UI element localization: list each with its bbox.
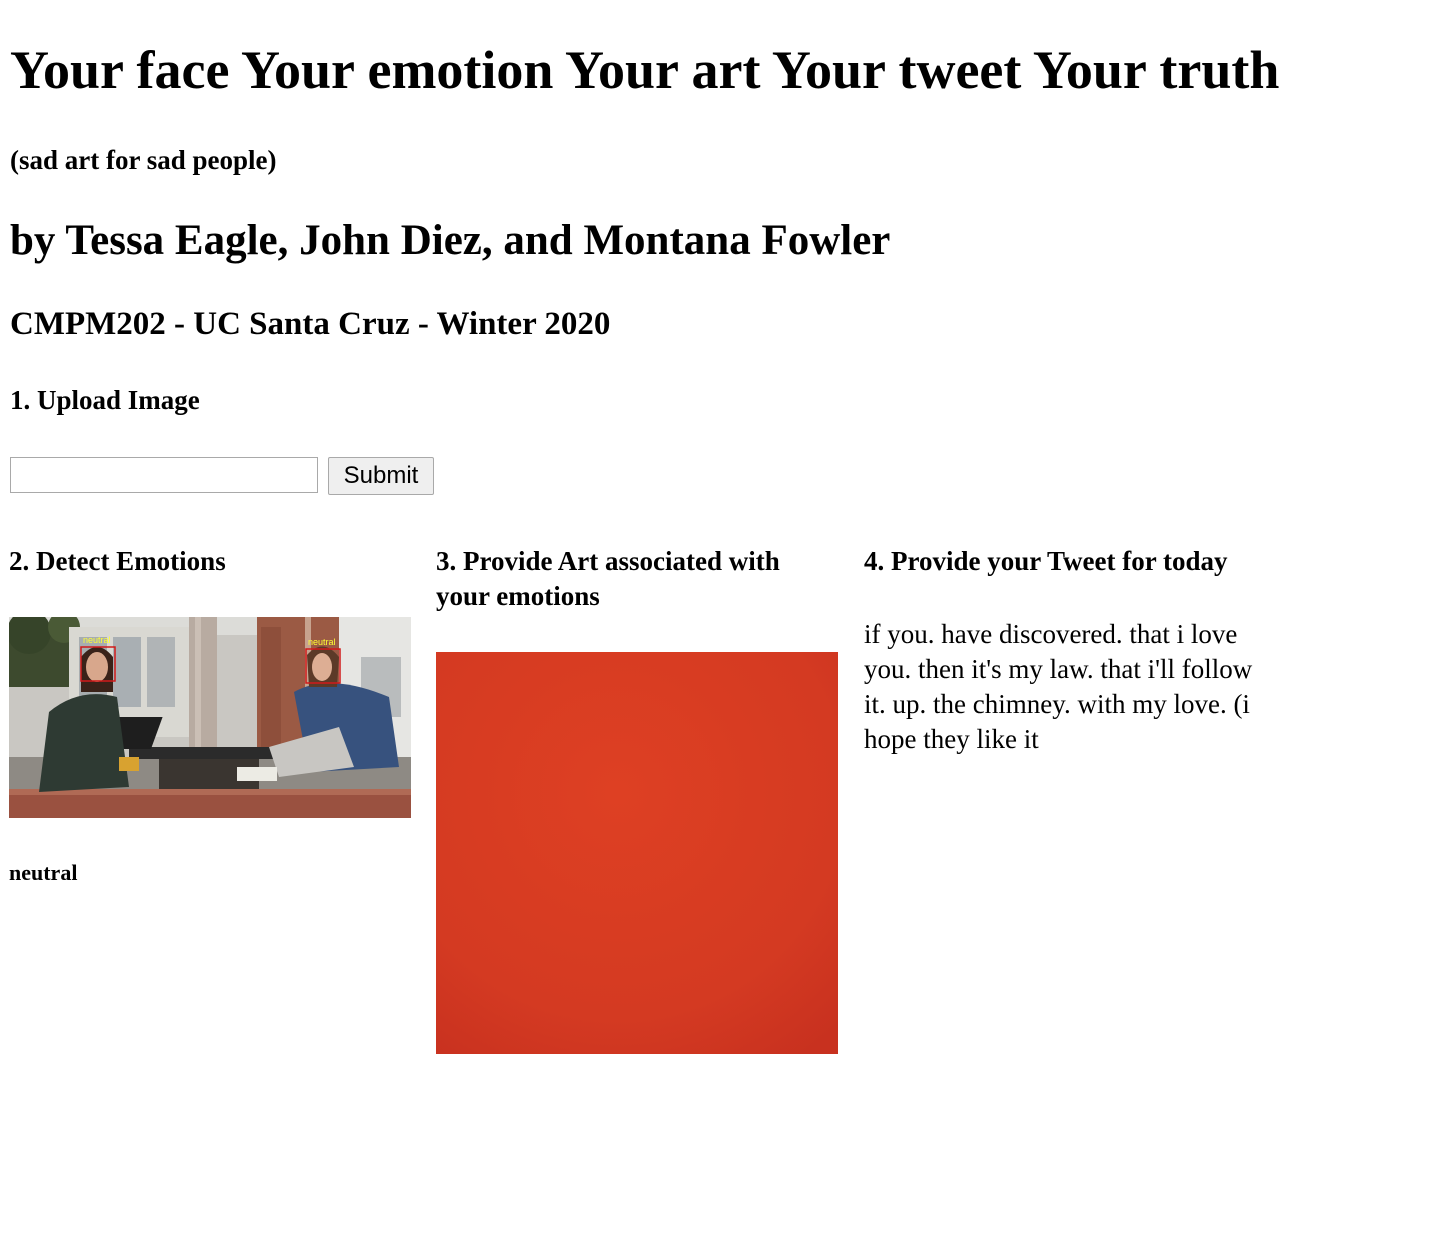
face-label-2: neutral <box>308 637 336 647</box>
art-column: 3. Provide Art associated with your emot… <box>436 544 838 1054</box>
tweet-column: 4. Provide your Tweet for today if you. … <box>864 544 1266 754</box>
submit-button[interactable]: Submit <box>328 457 434 495</box>
page-subtitle: (sad art for sad people) <box>10 145 277 175</box>
tweet-heading: 4. Provide your Tweet for today <box>864 546 1228 576</box>
page-title: Your face Your emotion Your art Your twe… <box>10 40 1280 100</box>
face-label-1: neutral <box>83 635 111 645</box>
detect-emotions-column: 2. Detect Emotions neutral neutral neutr… <box>9 544 411 885</box>
art-heading: 3. Provide Art associated with your emot… <box>436 546 780 611</box>
detected-faces-photo <box>9 617 411 818</box>
upload-heading: 1. Upload Image <box>10 385 200 415</box>
detected-emotion-result: neutral <box>9 860 78 885</box>
image-url-input[interactable] <box>10 457 318 493</box>
course-heading: CMPM202 - UC Santa Cruz - Winter 2020 <box>10 306 611 342</box>
authors-heading: by Tessa Eagle, John Diez, and Montana F… <box>10 217 891 264</box>
emotion-artwork <box>436 652 838 1054</box>
detect-emotions-heading: 2. Detect Emotions <box>9 546 226 576</box>
tweet-text: if you. have discovered. that i love you… <box>864 619 1253 754</box>
